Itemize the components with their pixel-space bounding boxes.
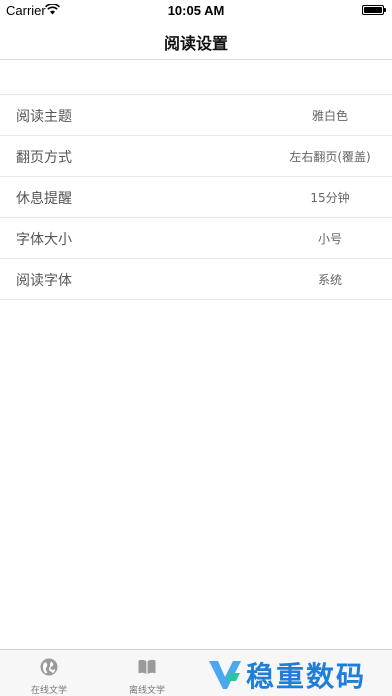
tab-label: 离线文学 bbox=[128, 686, 165, 696]
setting-label: 休息提醒 bbox=[16, 191, 72, 207]
setting-value: 左右翻页(覆盖) bbox=[289, 150, 371, 164]
app-screen: Carrier 10:05 AM 阅读设置 阅读主题 雅白色 翻页方式 左右翻页… bbox=[0, 0, 392, 696]
tab-label: 在线文学 bbox=[30, 686, 67, 696]
battery-icon bbox=[362, 5, 386, 15]
settings-list: 阅读主题 雅白色 翻页方式 左右翻页(覆盖) 休息提醒 15分钟 字体大小 小号… bbox=[0, 94, 392, 300]
clock: 10:05 AM bbox=[167, 3, 225, 18]
page-title: 阅读设置 bbox=[163, 34, 228, 53]
setting-row-reading-theme[interactable]: 阅读主题 雅白色 bbox=[0, 95, 392, 136]
setting-value: 15分钟 bbox=[310, 191, 350, 205]
setting-label: 阅读字体 bbox=[16, 273, 72, 289]
setting-row-font-size[interactable]: 字体大小 小号 bbox=[0, 218, 392, 259]
setting-label: 阅读主题 bbox=[16, 109, 72, 125]
setting-value: 小号 bbox=[317, 232, 342, 246]
watermark-logo bbox=[209, 661, 241, 689]
book-icon bbox=[138, 659, 156, 674]
setting-value: 系统 bbox=[317, 273, 342, 287]
watermark-text: 稳重数码 bbox=[246, 660, 367, 693]
globe-icon bbox=[40, 658, 58, 676]
status-bar: Carrier 10:05 AM bbox=[0, 0, 392, 22]
setting-row-page-turn-mode[interactable]: 翻页方式 左右翻页(覆盖) bbox=[0, 136, 392, 177]
setting-label: 翻页方式 bbox=[16, 150, 72, 166]
setting-value: 雅白色 bbox=[311, 109, 348, 123]
navigation-bar: 阅读设置 bbox=[0, 22, 392, 60]
watermark: 稳重数码 bbox=[198, 651, 392, 696]
tab-offline-literature[interactable]: 离线文学 bbox=[98, 650, 196, 696]
tab-online-literature[interactable]: 在线文学 bbox=[0, 650, 98, 696]
setting-label: 字体大小 bbox=[16, 232, 72, 248]
setting-row-reading-font[interactable]: 阅读字体 系统 bbox=[0, 259, 392, 300]
setting-row-rest-reminder[interactable]: 休息提醒 15分钟 bbox=[0, 177, 392, 218]
